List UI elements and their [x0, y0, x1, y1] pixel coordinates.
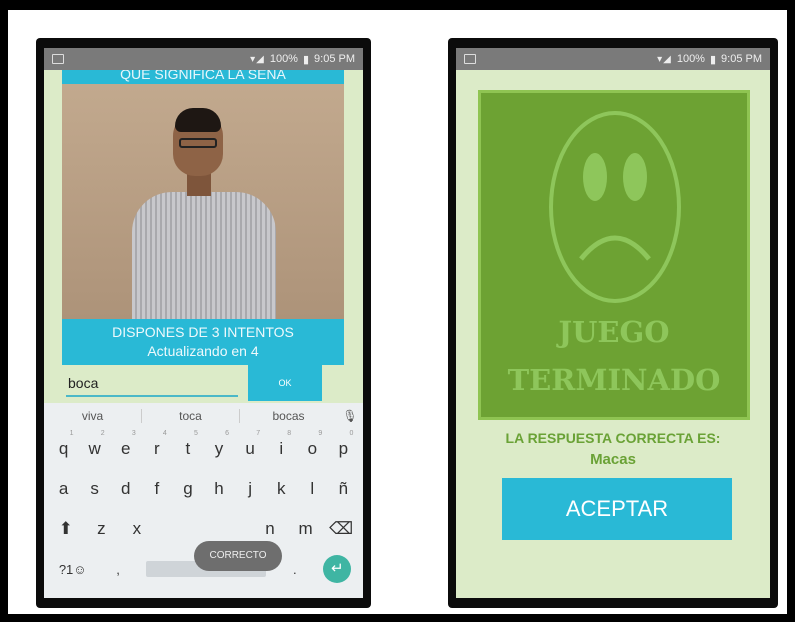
accept-button[interactable]: ACEPTAR [502, 478, 732, 540]
key-e[interactable]: e3 [113, 430, 139, 459]
sign-photo [62, 84, 344, 319]
comma-key[interactable]: , [105, 562, 131, 577]
key-hint: 9 [318, 430, 323, 437]
key-d[interactable]: d [113, 479, 139, 499]
key-y[interactable]: y6 [206, 430, 232, 459]
battery-icon: ▮ [302, 53, 310, 66]
notification-icon [52, 54, 64, 64]
signal-icon: ▾◢ [657, 53, 672, 65]
key-hint: 0 [349, 430, 354, 437]
battery-level: 100% [676, 53, 705, 65]
key-s[interactable]: s [82, 479, 108, 499]
game-over-line-2: TERMINADO [507, 363, 721, 397]
person-hair [175, 108, 221, 132]
symbols-key[interactable]: ?1☺ [56, 562, 90, 577]
status-time: 9:05 PM [314, 53, 355, 65]
key-p[interactable]: p0 [330, 430, 356, 459]
game-over-panel: JUEGO TERMINADO [478, 90, 750, 420]
suggestion-3[interactable]: bocas [240, 409, 337, 423]
attempts-box: DISPONES DE 3 INTENTOS Actualizando en 4 [62, 319, 344, 365]
key-w[interactable]: w2 [82, 430, 108, 459]
screenshot-frame: ▾◢ 100% ▮ 9:05 PM QUE SIGNIFICA LA SEÑA … [8, 10, 787, 614]
key-m[interactable]: m [293, 519, 319, 539]
key-j[interactable]: j [237, 479, 263, 499]
game-over-line-1: JUEGO [558, 315, 670, 349]
key-q[interactable]: q1 [51, 430, 77, 459]
key-hint: 2 [100, 430, 105, 437]
correct-answer-label: LA RESPUESTA CORRECTA ES: [505, 430, 721, 446]
key-f[interactable]: f [144, 479, 170, 499]
question-title: QUE SIGNIFICA LA SEÑA [62, 70, 344, 84]
person-shirt [132, 192, 276, 319]
suggestion-2[interactable]: toca [142, 409, 239, 423]
attempts-text: DISPONES DE 3 INTENTOS [112, 324, 294, 340]
key-hint: 4 [162, 430, 167, 437]
key-u[interactable]: u7 [237, 430, 263, 459]
phone-left: ▾◢ 100% ▮ 9:05 PM QUE SIGNIFICA LA SEÑA … [36, 38, 371, 608]
key-r[interactable]: r4 [144, 430, 170, 459]
shift-key-icon[interactable]: ⬆ [53, 519, 79, 539]
status-time: 9:05 PM [721, 53, 762, 65]
key-hint: 3 [131, 430, 136, 437]
answer-input[interactable] [66, 371, 238, 397]
correct-answer: Macas [590, 451, 636, 468]
key-hint: 7 [256, 430, 261, 437]
backspace-key-icon[interactable]: ⌫ [328, 519, 354, 539]
update-countdown: Actualizando en 4 [147, 343, 259, 359]
key-i[interactable]: i8 [268, 430, 294, 459]
key-hint: 1 [69, 430, 74, 437]
suggestion-1[interactable]: viva [44, 409, 141, 423]
battery-level: 100% [269, 53, 298, 65]
glasses [179, 138, 217, 148]
key-hint: 8 [287, 430, 292, 437]
notification-icon [464, 54, 476, 64]
microphone-icon[interactable]: 🎙 [337, 409, 363, 423]
quiz-screen: ▾◢ 100% ▮ 9:05 PM QUE SIGNIFICA LA SEÑA … [44, 48, 363, 598]
correcto-tooltip: CORRECTO [194, 541, 282, 571]
enter-key-icon[interactable]: ↵ [323, 555, 352, 583]
suggestion-bar: viva toca bocas 🎙 [44, 403, 363, 429]
key-hint: 6 [225, 430, 230, 437]
battery-icon: ▮ [709, 53, 717, 66]
result-screen: ▾◢ 100% ▮ 9:05 PM JUEGO TERMINADO LA RES… [456, 48, 770, 598]
ok-button[interactable]: OK [248, 365, 322, 401]
period-key[interactable]: . [282, 562, 308, 577]
status-bar: ▾◢ 100% ▮ 9:05 PM [44, 48, 363, 70]
key-z[interactable]: z [88, 519, 114, 539]
key-row-2: asdfghjklñ [44, 469, 363, 509]
key-t[interactable]: t5 [175, 430, 201, 459]
key-l[interactable]: l [299, 479, 325, 499]
sad-face-icon [549, 111, 681, 303]
answer-row: OK [62, 365, 344, 403]
key-n[interactable]: n [257, 519, 283, 539]
key-hint: 5 [194, 430, 198, 437]
key-g[interactable]: g [175, 479, 201, 499]
signal-icon: ▾◢ [250, 53, 265, 65]
phone-right: ▾◢ 100% ▮ 9:05 PM JUEGO TERMINADO LA RES… [448, 38, 778, 608]
key-ñ[interactable]: ñ [330, 479, 356, 499]
soft-keyboard: viva toca bocas 🎙 q1w2e3r4t5y6u7i8o9p0 a… [44, 403, 363, 598]
key-row-1: q1w2e3r4t5y6u7i8o9p0 [44, 429, 363, 469]
key-x[interactable]: x [124, 519, 150, 539]
key-o[interactable]: o9 [299, 430, 325, 459]
key-h[interactable]: h [206, 479, 232, 499]
key-a[interactable]: a [51, 479, 77, 499]
key-k[interactable]: k [268, 479, 294, 499]
status-bar: ▾◢ 100% ▮ 9:05 PM [456, 48, 770, 70]
